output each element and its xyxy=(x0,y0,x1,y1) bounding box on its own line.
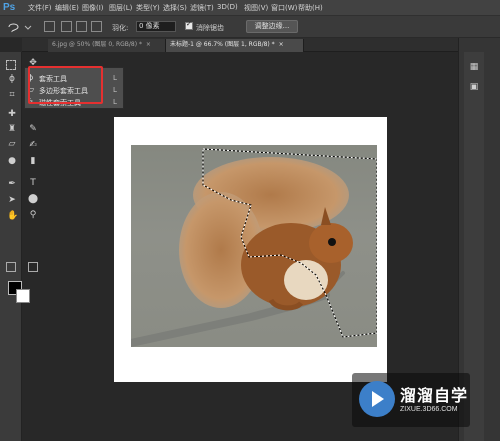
menu-item-lasso-key: L xyxy=(113,74,117,82)
gradient-tool-icon[interactable]: ▮ xyxy=(28,156,38,166)
blur-tool-icon[interactable]: ● xyxy=(7,156,17,166)
toolbox: ϕ ⌗ ✚ ♜ ▱ ● ✒ ➤ ✋ xyxy=(0,52,30,441)
options-bar: 羽化: 0 像素 消除锯齿 调整边缘... xyxy=(0,16,500,38)
document-tabs: 6.jpg @ 50% (图层 0, RGB/8) * × 未标题-1 @ 66… xyxy=(22,38,458,52)
document-canvas[interactable] xyxy=(114,117,387,382)
feather-input[interactable]: 0 像素 xyxy=(136,21,176,32)
photo-illustration xyxy=(131,148,377,347)
zoom-tool-icon[interactable]: ⚲ xyxy=(28,210,38,220)
menu-item-magnetic-lasso[interactable]: ϟ 磁性套索工具 L xyxy=(25,97,123,108)
menu-item-lasso-label: 套索工具 xyxy=(39,75,67,83)
menu-image[interactable]: 图像(I) xyxy=(82,3,109,13)
antialias-checkbox[interactable] xyxy=(185,20,193,30)
antialias-label: 消除锯齿 xyxy=(196,24,224,32)
feather-label: 羽化: xyxy=(112,24,129,32)
lasso-preset-icon[interactable] xyxy=(6,21,32,33)
watermark-url: ZIXUE.3D66.COM xyxy=(400,406,458,413)
menu-help[interactable]: 帮助(H) xyxy=(298,3,325,13)
menu-items: 文件(F) 编辑(E) 图像(I) 图层(L) 类型(Y) 选择(S) 滤镜(T… xyxy=(28,3,325,13)
menu-item-polygonal-lasso-label: 多边形套索工具 xyxy=(39,87,88,95)
brush-tool-icon[interactable]: ✎ xyxy=(28,124,38,134)
lasso-tool-icon[interactable]: ϕ xyxy=(7,74,17,84)
menu-item-magnetic-lasso-label: 磁性套索工具 xyxy=(39,99,81,107)
menu-layer[interactable]: 图层(L) xyxy=(109,3,136,13)
eraser-tool-icon[interactable]: ▱ xyxy=(7,139,17,149)
tab-6jpg-close-icon[interactable]: × xyxy=(146,41,151,48)
menu-edit[interactable]: 编辑(E) xyxy=(55,3,82,13)
menu-select[interactable]: 选择(S) xyxy=(163,3,190,13)
tab-6jpg-label: 6.jpg @ 50% (图层 0, RGB/8) * xyxy=(52,41,142,48)
clone-stamp-tool-icon[interactable]: ♜ xyxy=(7,124,17,134)
polygonal-lasso-icon: ▱ xyxy=(28,85,35,94)
crop-tool-icon[interactable]: ⌗ xyxy=(7,90,17,100)
type-tool-icon[interactable]: T xyxy=(28,178,38,188)
photoshop-logo: Ps xyxy=(3,2,16,13)
marquee-tool-icon[interactable] xyxy=(6,60,16,70)
screen-mode-icon[interactable] xyxy=(28,262,38,272)
lasso-tool-flyout: ϕ 套索工具 L ▱ 多边形套索工具 L ϟ 磁性套索工具 L xyxy=(24,67,124,109)
spot-heal-tool-icon[interactable]: ✚ xyxy=(7,109,17,119)
watermark: 溜溜自学 ZIXUE.3D66.COM xyxy=(352,373,470,427)
menu-view[interactable]: 视图(V) xyxy=(244,3,271,13)
path-select-tool-icon[interactable]: ➤ xyxy=(7,195,17,205)
menu-file[interactable]: 文件(F) xyxy=(28,3,55,13)
menu-window[interactable]: 窗口(W) xyxy=(271,3,298,13)
refine-edge-button[interactable]: 调整边缘... xyxy=(246,20,298,33)
menu-filter[interactable]: 滤镜(T) xyxy=(190,3,217,13)
menu-item-magnetic-lasso-key: L xyxy=(113,98,117,106)
add-selection-icon[interactable] xyxy=(61,21,72,32)
menu-3d[interactable]: 3D(D) xyxy=(217,3,244,13)
tab-untitled-1[interactable]: 未标题-1 @ 66.7% (图层 1, RGB/8) * × xyxy=(166,39,304,52)
tab-untitled-1-close-icon[interactable]: × xyxy=(279,41,284,48)
history-panel-icon[interactable]: ▦ xyxy=(469,62,479,72)
history-brush-tool-icon[interactable]: ✍ xyxy=(28,140,38,150)
background-color-swatch[interactable] xyxy=(16,289,30,303)
watermark-title: 溜溜自学 xyxy=(400,386,469,405)
menu-item-polygonal-lasso-key: L xyxy=(113,86,117,94)
squirrel-photo xyxy=(131,145,377,347)
menu-item-lasso[interactable]: ϕ 套索工具 L xyxy=(25,73,123,84)
shape-tool-icon[interactable]: ⬤ xyxy=(28,194,38,204)
new-selection-icon[interactable] xyxy=(44,21,55,32)
subtract-selection-icon[interactable] xyxy=(76,21,87,32)
lasso-icon: ϕ xyxy=(28,73,34,82)
properties-panel-icon[interactable]: ▣ xyxy=(469,82,479,92)
magnetic-lasso-icon: ϟ xyxy=(28,97,34,106)
menu-type[interactable]: 类型(Y) xyxy=(136,3,163,13)
intersect-selection-icon[interactable] xyxy=(91,21,102,32)
quick-mask-icon[interactable] xyxy=(6,262,16,272)
play-logo-icon xyxy=(359,381,395,417)
menu-item-polygonal-lasso[interactable]: ▱ 多边形套索工具 L xyxy=(25,85,123,96)
tab-untitled-1-label: 未标题-1 @ 66.7% (图层 1, RGB/8) * xyxy=(170,41,275,48)
tab-6jpg[interactable]: 6.jpg @ 50% (图层 0, RGB/8) * × xyxy=(48,39,166,52)
menu-bar: Ps 文件(F) 编辑(E) 图像(I) 图层(L) 类型(Y) 选择(S) 滤… xyxy=(0,0,500,16)
hand-tool-icon[interactable]: ✋ xyxy=(7,211,18,221)
pen-tool-icon[interactable]: ✒ xyxy=(7,179,17,189)
